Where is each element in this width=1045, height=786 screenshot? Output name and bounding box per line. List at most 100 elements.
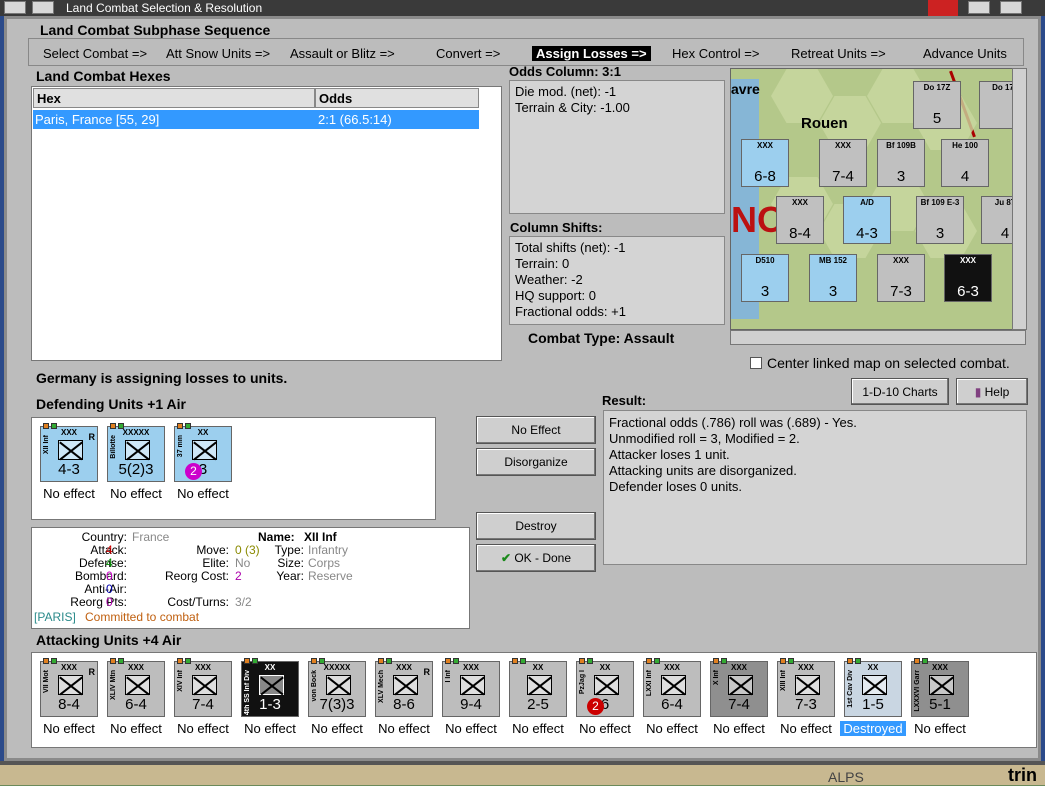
close-button[interactable] <box>1000 1 1022 14</box>
map-unit-counter[interactable]: A/D 4-3 <box>843 196 891 244</box>
unit-value: 7-4 <box>728 696 750 713</box>
attacking-counter[interactable]: XX 4th SS Inf Div 1-3 <box>241 658 299 717</box>
system-menu-button[interactable] <box>4 1 26 14</box>
defending-counter[interactable]: XX 37 mm 3 2 <box>174 423 232 482</box>
attacking-counter[interactable]: XXX XLV Mech R 8-6 <box>375 658 433 717</box>
window-title: Land Combat Selection & Resolution <box>66 1 263 15</box>
unit-symbol-icon <box>460 675 485 695</box>
attacking-counter[interactable]: XXX I Inf 9-4 <box>442 658 500 717</box>
unit-value: 2-5 <box>527 696 549 713</box>
unit-name: Billotte <box>110 435 117 459</box>
table-row[interactable]: Paris, France [55, 29] 2:1 (66.5:14) <box>33 110 479 129</box>
map-unit-counter[interactable]: XXX 7-3 <box>877 254 925 302</box>
map-unit-counter[interactable]: Bf 109B 3 <box>877 139 925 187</box>
unit-value: 8-4 <box>58 696 80 713</box>
map-unit-counter[interactable]: D510 3 <box>741 254 789 302</box>
defending-result-label: No effect <box>43 486 95 501</box>
minimize-button[interactable] <box>968 1 990 14</box>
odds-cell: 2:1 (66.5:14) <box>318 112 392 127</box>
attacking-counter[interactable]: XXX LXXXVI Garr 5-1 <box>911 658 969 717</box>
charts-button[interactable]: 1-D-10 Charts <box>851 378 949 405</box>
attacking-counter[interactable]: XXX XIV Inf 7-4 <box>174 658 232 717</box>
attacking-counter[interactable]: XXX VII Mot R 8-4 <box>40 658 98 717</box>
map-unit-counter[interactable]: He 100 4 <box>941 139 989 187</box>
destroy-button[interactable]: Destroy <box>476 512 596 540</box>
map-unit-counter[interactable]: XXX 7-4 <box>819 139 867 187</box>
attacking-counter[interactable]: XXXXX von Bock 7(3)3 <box>308 658 366 717</box>
attacking-counter[interactable]: XX PzJag I62 <box>576 658 634 717</box>
unit-name: VII Mot <box>43 670 50 693</box>
seq-hex-control: Hex Control => <box>672 46 760 61</box>
unit-value: 6-4 <box>661 696 683 713</box>
no-effect-button[interactable]: No Effect <box>476 416 596 444</box>
help-button[interactable]: ▮ Help <box>956 378 1028 405</box>
attacking-counter[interactable]: XXX XIII Inf 7-3 <box>777 658 835 717</box>
unit-value: 6 <box>600 696 610 713</box>
defending-counter[interactable]: XXX XII Inf R 4-3 <box>40 423 98 482</box>
attacking-counter[interactable]: XX 1st Cav Div 1-5 <box>844 658 902 717</box>
col-header-hex[interactable]: Hex <box>33 88 315 108</box>
german-flag-icon <box>928 0 958 16</box>
window-titlebar: Land Combat Selection & Resolution <box>0 0 1045 16</box>
seq-assault-or-blitz: Assault or Blitz => <box>290 46 395 61</box>
result-line: Attacking units are disorganized. <box>609 463 797 478</box>
unit-value: 3 <box>198 461 208 478</box>
map-unit-value: 3 <box>935 225 945 242</box>
linked-map[interactable]: avre Rouen NO XXX 6-8 XXX 7-4 Bf 109B 3 He 100… <box>730 68 1026 330</box>
unit-value: 5(2)3 <box>118 461 154 478</box>
map-horizontal-scrollbar[interactable] <box>730 330 1026 345</box>
combat-hexes-title: Land Combat Hexes <box>36 68 171 84</box>
map-unit-value: 5 <box>932 110 942 127</box>
unit-value: 7-4 <box>192 696 214 713</box>
col-header-odds[interactable]: Odds <box>315 88 479 108</box>
map-unit-value: 4-3 <box>856 225 878 242</box>
attacking-counter[interactable]: XX 2-5 <box>509 658 567 717</box>
map-vertical-scrollbar[interactable] <box>1012 68 1027 330</box>
unit-flag: R <box>88 432 96 442</box>
defending-counter[interactable]: XXXXX Billotte 5(2)3 <box>107 423 165 482</box>
attacking-result-label: No effect <box>780 721 832 736</box>
year-label: Year: <box>276 569 304 583</box>
die-mod-text: Die mod. (net): -1 <box>515 84 617 99</box>
size-value: Corps <box>308 556 341 570</box>
attacking-counter[interactable]: XXX X Inf 7-4 <box>710 658 768 717</box>
attacking-result-label: No effect <box>378 721 430 736</box>
unit-value: 1-3 <box>259 696 281 713</box>
seq-assign-losses: Assign Losses => <box>532 46 651 61</box>
ok-done-label: OK - Done <box>514 551 572 565</box>
map-unit-counter[interactable]: XXX 6-3 <box>944 254 992 302</box>
reorgpts-label: Reorg Pts: <box>70 595 127 609</box>
unit-name: PzJag I <box>579 670 586 695</box>
attacking-counter[interactable]: XXX LXXI Inf 6-4 <box>643 658 701 717</box>
map-unit-counter[interactable]: XXX 8-4 <box>776 196 824 244</box>
shift-line: Fractional odds: +1 <box>515 304 626 319</box>
antiair-value: 0 <box>106 582 113 596</box>
map-unit-size: MB 152 <box>818 256 847 265</box>
ok-done-button[interactable]: ✔ OK - Done <box>476 544 596 572</box>
unit-name: XIV Inf <box>177 670 184 692</box>
unit-value: 1-5 <box>862 696 884 713</box>
unit-flag: R <box>423 667 431 677</box>
attacking-result-label: No effect <box>445 721 497 736</box>
reorgcost-label: Reorg Cost: <box>164 569 229 583</box>
checkmark-icon: ✔ <box>500 551 515 565</box>
map-label-rouen: Rouen <box>801 115 848 132</box>
map-unit-counter[interactable]: Do 17Z 5 <box>913 81 961 129</box>
map-unit-counter[interactable]: XXX 6-8 <box>741 139 789 187</box>
seq-select-combat: Select Combat => <box>43 46 148 61</box>
attack-value: 4 <box>106 543 113 557</box>
bombard-label: Bombard: <box>74 569 127 583</box>
help-book-icon: ▮ <box>974 385 985 399</box>
map-unit-counter[interactable]: Bf 109 E-3 3 <box>916 196 964 244</box>
unit-name: I Inf <box>445 670 452 683</box>
map-unit-value: 8-4 <box>789 225 811 242</box>
attacking-result-label: No effect <box>311 721 363 736</box>
attacking-result-label: Destroyed <box>840 721 906 736</box>
disorganize-button[interactable]: Disorganize <box>476 448 596 476</box>
strength-badge: 2 <box>185 463 202 480</box>
center-map-checkbox[interactable] <box>750 357 762 369</box>
window-menu-button[interactable] <box>32 1 54 14</box>
attacking-counter[interactable]: XXX XLIV Mtn 6-4 <box>107 658 165 717</box>
result-line: Unmodified roll = 3, Modified = 2. <box>609 431 800 446</box>
map-unit-counter[interactable]: MB 152 3 <box>809 254 857 302</box>
